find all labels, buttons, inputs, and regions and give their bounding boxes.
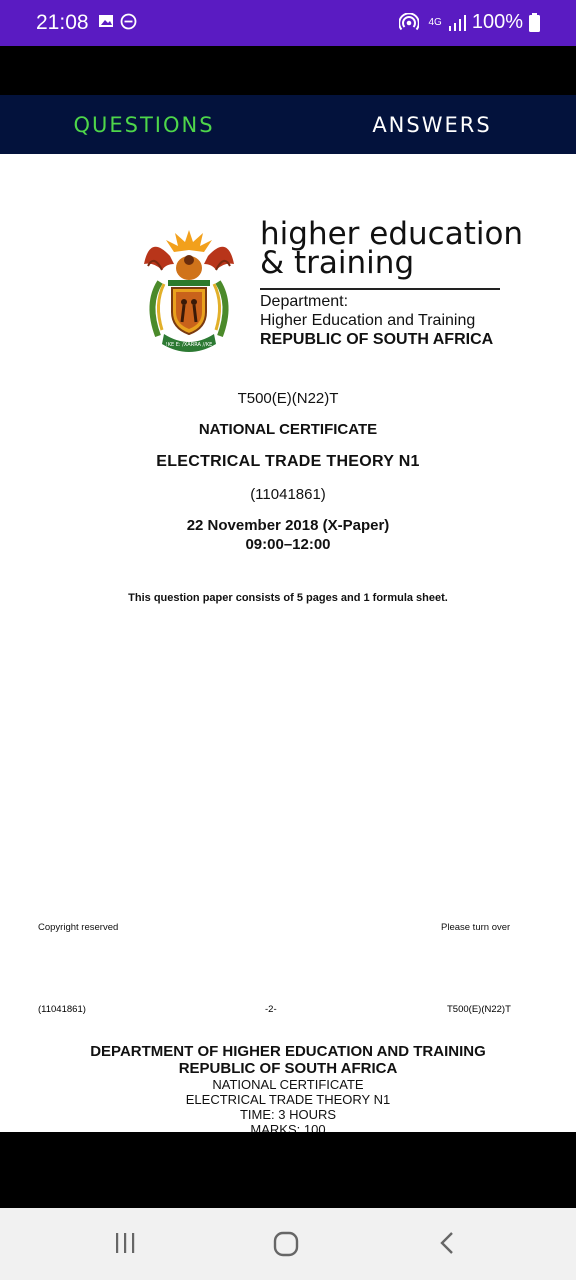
brand-title: higher education & training (260, 219, 523, 281)
page2-heading: DEPARTMENT OF HIGHER EDUCATION AND TRAIN… (0, 1043, 576, 1132)
exam-date: 22 November 2018 (X-Paper) (186, 517, 390, 534)
subject-code: (11041861) (250, 486, 326, 503)
paper-code: T500(E)(N22)T (237, 390, 339, 407)
subject-title: ELECTRICAL TRADE THEORY N1 (156, 453, 420, 470)
department-block: Department: Higher Education and Trainin… (260, 292, 493, 349)
bottom-spacer (0, 1132, 576, 1208)
certificate-title: NATIONAL CERTIFICATE (198, 421, 378, 438)
toolbar-spacer (0, 46, 576, 95)
page2-time: TIME: 3 HOURS (239, 1107, 337, 1122)
dept-label: Department: (260, 293, 349, 310)
pages-note: This question paper consists of 5 pages … (128, 592, 448, 604)
page2-dept-line1: DEPARTMENT OF HIGHER EDUCATION AND TRAIN… (90, 1043, 486, 1060)
back-icon[interactable] (436, 1230, 460, 1256)
recent-apps-icon[interactable] (112, 1230, 138, 1256)
page2-cert: NATIONAL CERTIFICATE (212, 1077, 364, 1092)
tab-answers[interactable]: ANSWERS (288, 95, 576, 154)
page2-header-code: (11041861) (38, 1004, 86, 1015)
crest-motto: !KE E: /XARRA //KE (166, 342, 213, 348)
copyright-footer: Copyright reserved (38, 922, 119, 933)
page2-page-number: -2- (265, 1004, 277, 1015)
turn-over-footer: Please turn over (441, 922, 511, 933)
page2-paper-code: T500(E)(N22)T (447, 1004, 511, 1015)
tab-questions[interactable]: QUESTIONS (0, 95, 288, 154)
battery-percent: 100% (471, 11, 523, 33)
signal-icon (448, 14, 466, 31)
brand-divider (260, 288, 500, 290)
gallery-icon (99, 15, 113, 27)
battery-icon (529, 13, 540, 32)
status-time: 21:08 (36, 11, 89, 34)
exam-time: 09:00–12:00 (245, 536, 331, 553)
coat-of-arms-logo: !KE E: /XARRA //KE (144, 230, 234, 352)
system-nav-bar (0, 1208, 576, 1280)
page2-subject: ELECTRICAL TRADE THEORY N1 (185, 1092, 391, 1107)
document-viewer[interactable]: !KE E: /XARRA //KE higher education & tr… (0, 154, 576, 1132)
dept-country: REPUBLIC OF SOUTH AFRICA (260, 331, 494, 348)
dept-name: Higher Education and Training (260, 312, 476, 329)
status-bar: 21:08 4G 100% (0, 0, 576, 46)
do-not-disturb-icon (120, 13, 137, 30)
hotspot-icon (398, 12, 419, 30)
network-type: 4G (428, 16, 442, 28)
brand-title-line2: & training (260, 245, 415, 281)
home-icon[interactable] (272, 1230, 300, 1258)
tab-bar: QUESTIONS ANSWERS (0, 95, 576, 154)
page2-dept-line2: REPUBLIC OF SOUTH AFRICA (178, 1060, 398, 1077)
page2-marks: MARKS: 100 (250, 1122, 326, 1132)
